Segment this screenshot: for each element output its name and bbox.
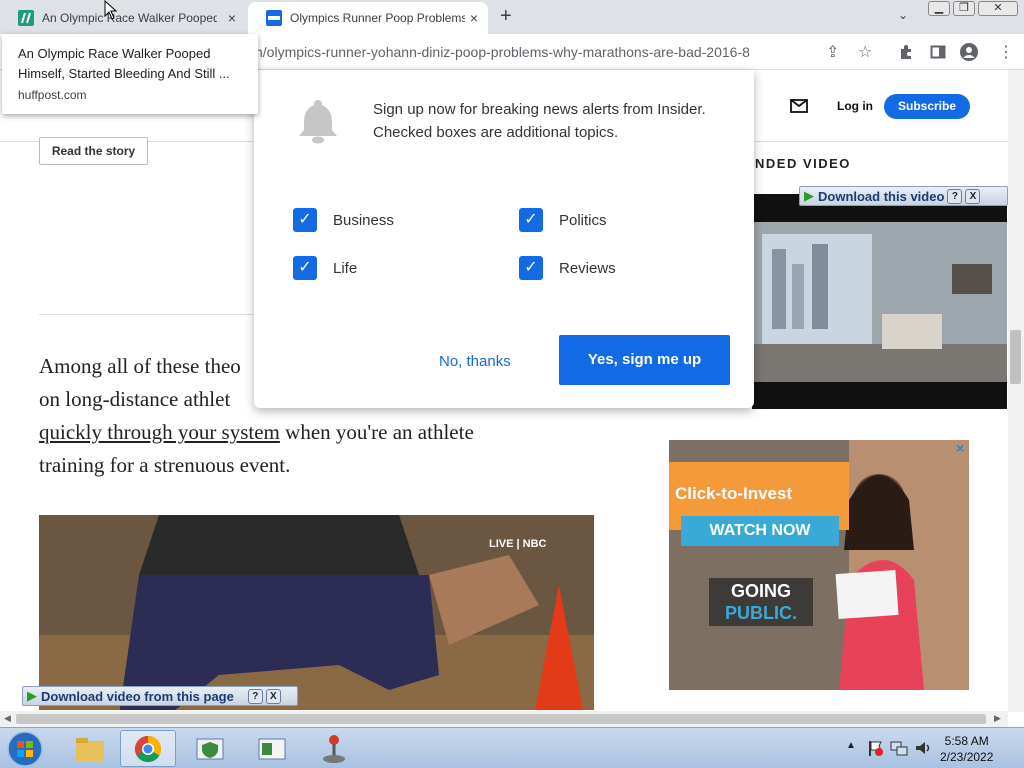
show-hidden-icons-chevron-icon[interactable]: ▲: [846, 740, 856, 751]
checkbox-checked-icon[interactable]: ✓: [519, 208, 543, 232]
maximize-button[interactable]: ❐: [953, 1, 975, 16]
ad-watch-now-button[interactable]: WATCH NOW: [681, 516, 839, 546]
joystick-app-icon[interactable]: [306, 730, 362, 767]
ad-headline: Click-to-Invest: [675, 484, 793, 503]
topic-label: Business: [333, 211, 394, 229]
recommended-video[interactable]: [752, 194, 1007, 409]
scroll-right-icon[interactable]: ▶: [994, 713, 1001, 724]
extensions-icon[interactable]: [898, 44, 914, 60]
help-icon[interactable]: ?: [947, 188, 963, 204]
topic-label: Politics: [559, 211, 607, 229]
play-icon: ▶: [27, 688, 37, 703]
profile-avatar-icon[interactable]: [960, 43, 978, 61]
ad-brand: GOING PUBLIC.: [709, 578, 813, 626]
close-icon[interactable]: X: [965, 188, 981, 204]
read-the-story-button[interactable]: Read the story: [39, 137, 148, 165]
clock-date: 2/23/2022: [940, 750, 994, 764]
video-thumbnail: [752, 194, 1007, 409]
menu-kebab-icon[interactable]: ⋮: [998, 42, 1014, 62]
tab-title: Olympics Runner Poop Problems: [290, 11, 465, 25]
yes-sign-me-up-button[interactable]: Yes, sign me up: [559, 335, 730, 385]
taskbar: ▲ 5:58 AM 2/23/2022: [0, 727, 1024, 768]
system-clock[interactable]: 5:58 AM 2/23/2022: [940, 733, 993, 765]
network-icon[interactable]: [890, 739, 908, 757]
minimize-button[interactable]: ▁: [928, 1, 950, 16]
tab-close-icon[interactable]: ×: [470, 10, 478, 26]
tab-hover-card: An Olympic Race Walker Pooped Himself, S…: [2, 34, 258, 114]
security-app-icon[interactable]: [182, 730, 238, 767]
tab-search-chevron-icon[interactable]: ⌄: [898, 8, 908, 22]
new-tab-button[interactable]: +: [500, 5, 512, 28]
subscribe-button[interactable]: Subscribe: [884, 94, 970, 119]
bookmark-star-icon[interactable]: ☆: [858, 42, 872, 62]
volume-icon[interactable]: [914, 739, 932, 757]
vertical-scrollbar[interactable]: [1008, 70, 1024, 712]
tab-insider[interactable]: Olympics Runner Poop Problems ×: [248, 2, 488, 34]
article-line: quickly through your system when you're …: [39, 416, 599, 449]
topic-label: Life: [333, 259, 358, 277]
checkbox-checked-icon[interactable]: ✓: [519, 256, 543, 280]
share-icon[interactable]: ⇪: [826, 42, 839, 62]
download-video-from-page-bar[interactable]: ▶ Download video from this page ? X: [22, 686, 298, 706]
download-label: Download this video: [818, 188, 945, 204]
window-app-icon[interactable]: [244, 730, 300, 767]
ad-close-icon[interactable]: ×: [956, 440, 964, 456]
login-link[interactable]: Log in: [837, 99, 873, 113]
insider-favicon-icon: [266, 10, 282, 26]
news-alert-modal: Sign up now for breaking news alerts fro…: [254, 70, 754, 408]
modal-message: Sign up now for breaking news alerts fro…: [373, 101, 706, 141]
side-panel-icon[interactable]: [930, 44, 946, 60]
scrollbar-thumb[interactable]: [1010, 330, 1021, 384]
topic-politics-checkbox[interactable]: ✓ Politics: [519, 208, 607, 232]
live-badge: LIVE | NBC: [489, 538, 547, 550]
topic-reviews-checkbox[interactable]: ✓ Reviews: [519, 256, 616, 280]
file-explorer-icon[interactable]: [62, 730, 118, 767]
article-link[interactable]: quickly through your system: [39, 420, 280, 444]
scroll-left-icon[interactable]: ◀: [4, 713, 11, 724]
close-icon[interactable]: X: [265, 688, 281, 704]
checkbox-checked-icon[interactable]: ✓: [293, 208, 317, 232]
ad-brand-line: PUBLIC.: [725, 603, 797, 623]
hover-card-title: An Olympic Race Walker Pooped Himself, S…: [18, 46, 230, 81]
huffpost-favicon-icon: [18, 10, 34, 26]
tab-close-icon[interactable]: ×: [228, 10, 236, 26]
address-bar[interactable]: n/olympics-runner-yohann-diniz-poop-prob…: [255, 44, 750, 60]
window-close-button[interactable]: ✕: [978, 1, 1018, 16]
article-line: training for a strenuous event.: [39, 453, 291, 477]
tab-title: An Olympic Race Walker Pooped: [42, 11, 217, 25]
topic-business-checkbox[interactable]: ✓ Business: [293, 208, 394, 232]
download-this-video-bar[interactable]: ▶ Download this video ? X: [799, 186, 1008, 206]
mouse-cursor-icon: [104, 0, 118, 20]
topic-life-checkbox[interactable]: ✓ Life: [293, 256, 357, 280]
mail-icon[interactable]: [790, 99, 808, 113]
clock-time: 5:58 AM: [944, 734, 989, 748]
tab-huffpost[interactable]: An Olympic Race Walker Pooped ×: [0, 2, 246, 34]
bell-icon: [299, 100, 337, 144]
recommended-video-label: NDED VIDEO: [755, 156, 851, 171]
start-button-icon[interactable]: [6, 730, 44, 768]
ad-brand-line: GOING: [730, 581, 791, 601]
topic-label: Reviews: [559, 259, 616, 277]
tab-strip: An Olympic Race Walker Pooped × Olympics…: [0, 0, 1024, 34]
article-text: when you're an athlete: [279, 420, 474, 444]
download-label: Download video from this page: [41, 688, 234, 704]
scrollbar-thumb[interactable]: [16, 714, 986, 724]
no-thanks-button[interactable]: No, thanks: [439, 353, 511, 370]
checkbox-checked-icon[interactable]: ✓: [293, 256, 317, 280]
hover-card-domain: huffpost.com: [18, 88, 87, 102]
advertisement[interactable]: × Click-to-Invest WATCH NOW GOING PUBLIC…: [669, 440, 969, 690]
article-video[interactable]: LIVE | NBC: [39, 515, 594, 710]
play-icon: ▶: [804, 188, 814, 203]
flag-alert-icon[interactable]: [866, 739, 884, 757]
help-icon[interactable]: ?: [247, 688, 263, 704]
horizontal-scrollbar[interactable]: ◀ ▶: [0, 711, 1008, 727]
chrome-taskbar-icon[interactable]: [120, 730, 176, 767]
